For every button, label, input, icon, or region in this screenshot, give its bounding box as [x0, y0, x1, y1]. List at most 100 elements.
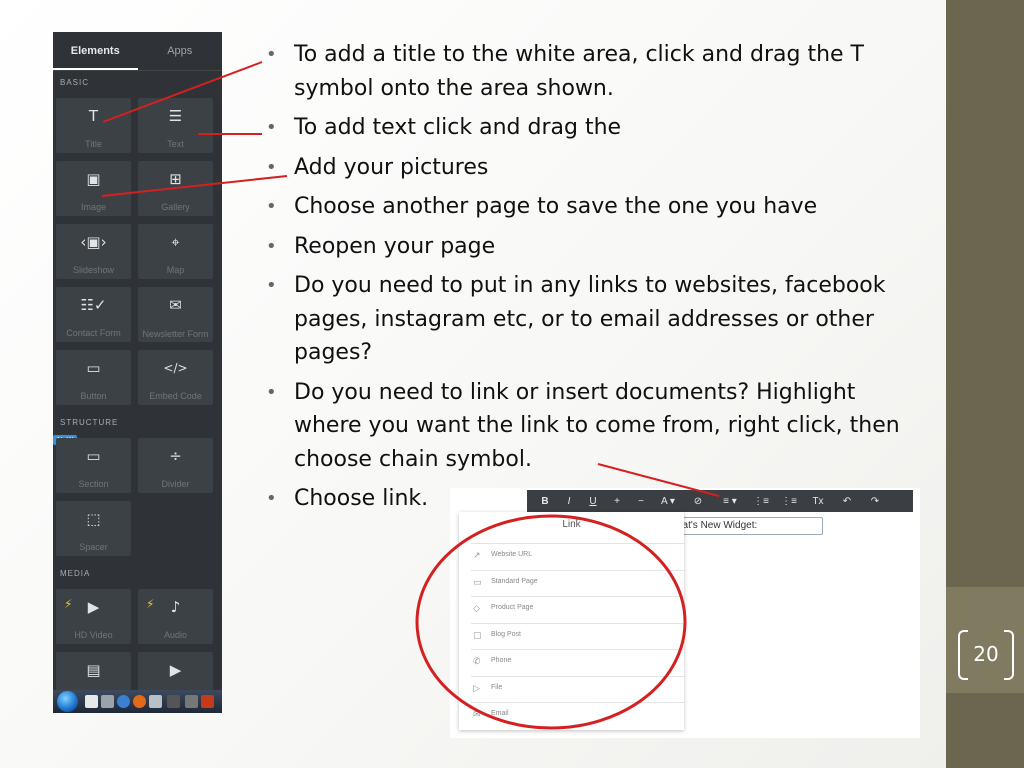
taskbar-app-icon[interactable]	[149, 695, 162, 708]
bullet-text: Choose another page to save the one you …	[294, 194, 818, 219]
bullet-item: • Choose another page to save the one you…	[266, 190, 926, 224]
bullet-text: Do you need to link or insert documents?…	[294, 379, 900, 472]
slideshow-element-tile[interactable]: ‹▣› Slideshow	[56, 224, 131, 279]
section-label-basic: BASIC	[60, 78, 90, 87]
clear-format-button[interactable]: Tx	[803, 496, 833, 507]
link-chain-button[interactable]: ⊘	[683, 496, 713, 507]
font-color-button[interactable]: A ▾	[653, 496, 683, 507]
link-option-label: Standard Page	[491, 577, 538, 585]
tile-label: Spacer	[79, 542, 108, 552]
button-icon: ▭	[86, 359, 101, 377]
link-option-blog-post[interactable]: ▢ Blog Post	[471, 622, 684, 650]
bullet-dot: •	[266, 196, 277, 217]
spacer-icon: ⬚	[86, 510, 101, 528]
link-option-standard-page[interactable]: ▭ Standard Page	[471, 569, 684, 597]
newsletter-form-element-tile[interactable]: ✉ Newsletter Form	[138, 287, 213, 342]
windows-start-icon[interactable]	[57, 691, 78, 712]
text-element-tile[interactable]: ☰ Text	[138, 98, 213, 153]
file-icon: ▷	[473, 683, 480, 694]
right-bracket-icon	[1004, 630, 1014, 680]
map-element-tile[interactable]: ⌖ Map	[138, 224, 213, 279]
bullet-dot: •	[266, 488, 277, 509]
tile-label: Audio	[163, 630, 188, 640]
taskbar-app-icon[interactable]	[101, 695, 114, 708]
page-icon: ▭	[473, 577, 482, 588]
taskbar-app-icon[interactable]	[133, 695, 146, 708]
powerpoint-taskbar-icon[interactable]	[201, 695, 214, 708]
link-option-file[interactable]: ▷ File	[471, 675, 684, 703]
play-icon: ▶	[169, 661, 182, 679]
bullet-item: • Do you need to link or insert documents…	[266, 376, 926, 477]
divider-icon: ÷	[169, 447, 182, 465]
link-option-product-page[interactable]: ◇ Product Page	[471, 596, 684, 623]
bullet-list-button[interactable]: ⋮≡	[747, 496, 775, 507]
tag-icon: ◇	[473, 604, 480, 614]
underline-button[interactable]: U	[581, 496, 605, 507]
link-option-email[interactable]: ✉ Email	[471, 702, 684, 729]
bullet-item: • Reopen your page	[266, 230, 926, 264]
bullet-dot: •	[266, 275, 277, 296]
title-icon: T	[88, 107, 99, 125]
widget-text-field[interactable]: hat's New Widget:	[672, 517, 823, 535]
external-link-icon: ↗	[473, 551, 481, 561]
envelope-icon: ✉	[169, 296, 182, 314]
link-option-label: Email	[491, 710, 509, 717]
tile-label: Embed Code	[149, 391, 202, 401]
bullet-item: • Do you need to put in any links to webs…	[266, 269, 926, 370]
bullet-text: Choose link.	[294, 486, 429, 511]
gallery-element-tile[interactable]: ⊞ Gallery	[138, 161, 213, 216]
bullet-text: To add a title to the white area, click …	[294, 42, 864, 101]
bullet-text: To add text click and drag the	[294, 115, 622, 140]
slideshow-icon: ‹▣›	[80, 233, 107, 251]
link-option-website-url[interactable]: ↗ Website URL	[471, 543, 684, 570]
italic-button[interactable]: I	[557, 496, 581, 507]
bullet-dot: •	[266, 235, 277, 257]
link-option-label: Product Page	[491, 604, 534, 611]
increase-size-button[interactable]: +	[605, 496, 629, 507]
link-option-label: Phone	[491, 657, 512, 664]
tile-label: Button	[80, 391, 107, 401]
embed-code-element-tile[interactable]: </> Embed Code	[138, 350, 213, 405]
bullet-dot: •	[266, 156, 277, 178]
align-button[interactable]: ≡ ▾	[713, 496, 747, 507]
tile-label: Text	[167, 139, 184, 149]
left-bracket-icon	[958, 630, 968, 680]
redo-button[interactable]: ↷	[861, 496, 889, 507]
spacer-element-tile[interactable]: ⬚ Spacer	[56, 501, 131, 556]
bullet-item: • Add your pictures	[266, 151, 926, 185]
gallery-grid-icon: ⊞	[169, 170, 182, 188]
contact-form-icon: ☷✓	[80, 296, 107, 314]
hd-video-element-tile[interactable]: ⚡ ▶ HD Video	[56, 589, 131, 644]
taskbar-app-icon[interactable]	[85, 695, 98, 708]
envelope-icon: ✉	[473, 710, 481, 720]
code-brackets-icon: </>	[163, 361, 188, 375]
taskbar-app-icon[interactable]	[185, 695, 198, 708]
tile-label: Divider	[161, 479, 190, 489]
audio-element-tile[interactable]: ⚡ ♪ Audio	[138, 589, 213, 644]
tile-label: Gallery	[161, 202, 190, 212]
numbered-list-button[interactable]: ⋮≡	[775, 496, 803, 507]
taskbar-app-icon[interactable]	[117, 695, 130, 708]
contact-form-element-tile[interactable]: ☷✓ Contact Form	[56, 287, 131, 342]
tab-apps[interactable]: Apps	[138, 32, 223, 70]
bullet-text: Reopen your page	[294, 233, 496, 259]
divider-element-tile[interactable]: ÷ Divider	[138, 438, 213, 493]
title-element-tile[interactable]: T Title	[56, 98, 131, 153]
tab-elements[interactable]: Elements	[53, 32, 138, 70]
page-number-text: 20	[973, 642, 999, 666]
bold-button[interactable]: B	[533, 496, 557, 507]
link-option-phone[interactable]: ✆ Phone	[471, 649, 684, 676]
section-element-tile[interactable]: ▭ Section	[56, 438, 131, 493]
taskbar-app-icon[interactable]	[167, 695, 180, 708]
slide-page-number: 20	[958, 630, 1014, 680]
bullet-item: • To add a title to the white area, click…	[266, 38, 926, 105]
tile-label: HD Video	[74, 630, 113, 640]
link-menu-title: Link	[562, 519, 581, 530]
tile-label: Newsletter Form	[142, 329, 209, 339]
phone-icon: ✆	[473, 657, 481, 667]
undo-button[interactable]: ↶	[833, 496, 861, 507]
decrease-size-button[interactable]: −	[629, 496, 653, 507]
bullet-item: • To add text click and drag the	[266, 111, 926, 145]
button-element-tile[interactable]: ▭ Button	[56, 350, 131, 405]
image-element-tile[interactable]: ▣ Image	[56, 161, 131, 216]
